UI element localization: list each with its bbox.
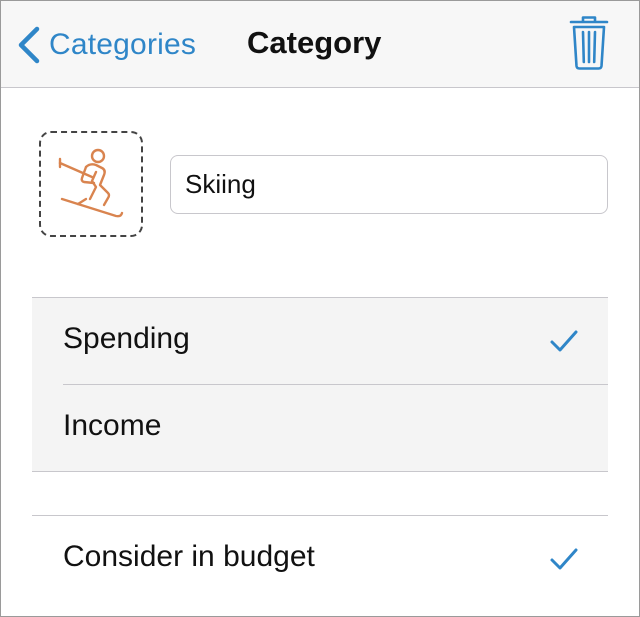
back-button[interactable]: Categories (15, 23, 196, 67)
navigation-bar: Categories Category (1, 1, 639, 88)
option-income[interactable]: Income (32, 385, 608, 472)
consider-in-budget-row[interactable]: Consider in budget (32, 516, 608, 603)
chevron-left-icon (18, 26, 40, 64)
option-spending-label: Spending (63, 322, 190, 355)
option-income-label: Income (63, 409, 162, 442)
option-spending[interactable]: Spending (32, 298, 608, 385)
category-name-input[interactable] (171, 156, 607, 213)
category-type-group: Spending Income (32, 297, 608, 472)
trash-icon (569, 16, 609, 70)
budget-group: Consider in budget (32, 515, 608, 616)
page-title: Category (247, 25, 382, 60)
delete-button[interactable] (567, 15, 611, 71)
back-button-label: Categories (49, 28, 197, 61)
skiing-icon (58, 148, 124, 218)
consider-in-budget-label: Consider in budget (63, 540, 315, 573)
category-name-field[interactable] (170, 155, 608, 214)
checkmark-icon (550, 548, 578, 570)
checkmark-icon (550, 330, 578, 352)
category-icon-picker[interactable] (39, 131, 143, 237)
